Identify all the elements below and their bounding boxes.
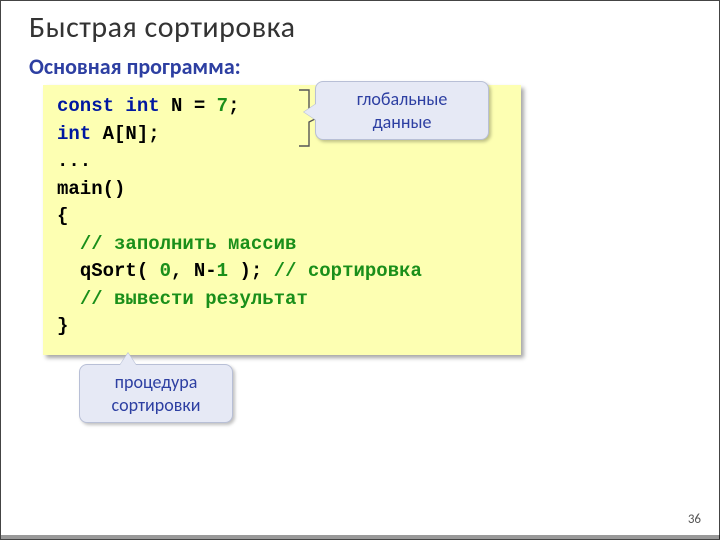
comment-output: // вывести результат: [80, 288, 308, 310]
code-line-4: main(): [57, 176, 507, 204]
slide-title: Быстрая сортировка: [29, 9, 295, 46]
arg-1: 1: [217, 260, 228, 282]
code-line-3: ...: [57, 148, 507, 176]
code-line-8: // вывести результат: [57, 286, 507, 314]
slide-subtitle: Основная программа:: [29, 53, 241, 80]
semicolon: ;: [228, 95, 239, 117]
identifier-N: N: [171, 95, 182, 117]
keyword-int: int: [125, 95, 159, 117]
callout-sort-procedure: процедура сортировки: [79, 364, 233, 423]
literal-7: 7: [217, 95, 228, 117]
equals: =: [194, 95, 205, 117]
code-line-9: }: [57, 313, 507, 341]
arg-0: 0: [160, 260, 171, 282]
array-decl: A[N];: [91, 123, 159, 145]
callout-line1: процедура: [115, 371, 198, 393]
comment-fill: // заполнить массив: [80, 233, 297, 255]
page-number: 36: [688, 512, 701, 527]
code-line-6: // заполнить массив: [57, 231, 507, 259]
callout-global-data: глобальные данные: [315, 81, 489, 140]
code-line-7: qSort( 0, N-1 ); // сортировка: [57, 258, 507, 286]
code-line-5: {: [57, 203, 507, 231]
call-qsort: qSort(: [80, 260, 160, 282]
comment-sort: // сортировка: [274, 260, 422, 282]
keyword-const: const: [57, 95, 114, 117]
callout-text: глобальные данные: [357, 88, 448, 133]
keyword-int: int: [57, 123, 91, 145]
slide: Быстрая сортировка Основная программа: c…: [0, 0, 720, 540]
callout-line2: сортировки: [112, 394, 201, 416]
bottom-accent: [1, 535, 720, 539]
